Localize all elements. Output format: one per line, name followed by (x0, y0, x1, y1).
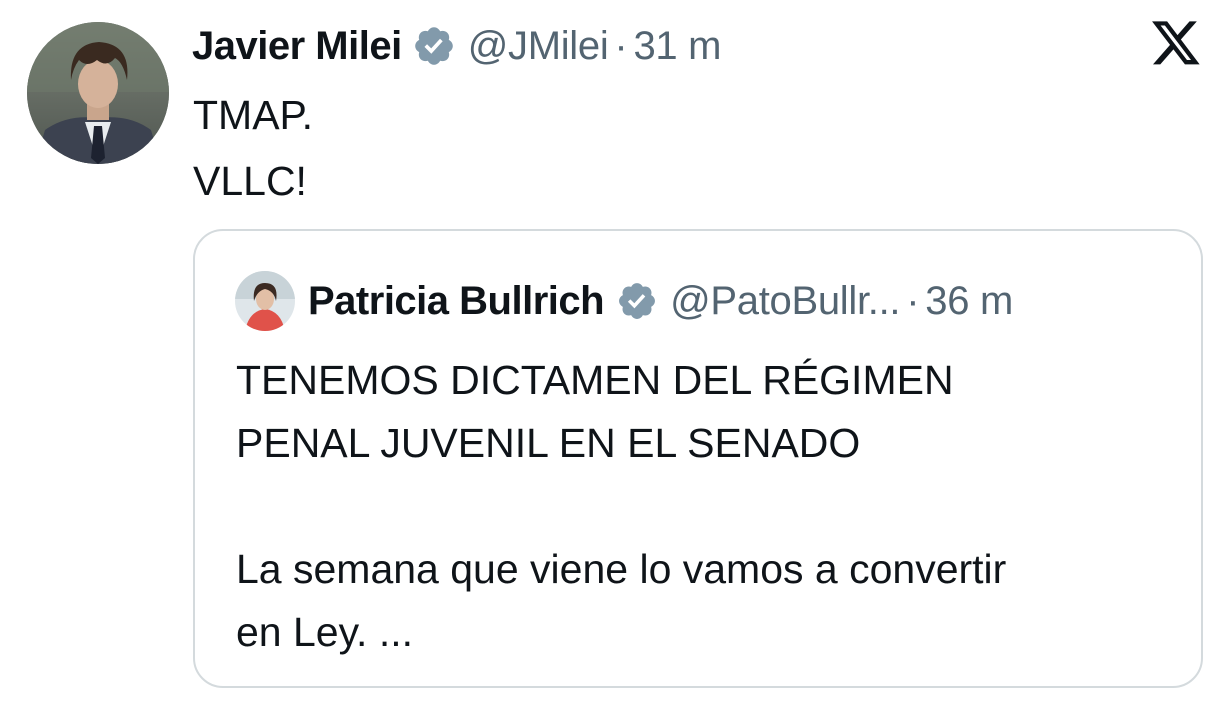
quoted-tweet-text: TENEMOS DICTAMEN DEL RÉGIMEN PENAL JUVEN… (236, 349, 1176, 664)
quoted-text-line: PENAL JUVENIL EN EL SENADO (236, 420, 861, 466)
tweet: Javier Milei @JMilei · 31 m TMAP. VLLC! (0, 0, 1232, 720)
quoted-text-line: La semana que viene lo vamos a convertir (236, 546, 1007, 592)
tweet-text-line: TMAP. (193, 92, 313, 138)
quoted-text-line: TENEMOS DICTAMEN DEL RÉGIMEN (236, 357, 954, 403)
header-separator: · (906, 279, 920, 323)
tweet-timestamp[interactable]: 31 m (633, 18, 721, 74)
quoted-author-avatar[interactable] (235, 271, 295, 331)
quoted-tweet-card[interactable]: Patricia Bullrich @PatoBullr... · 36 m T… (193, 229, 1203, 688)
tweet-text: TMAP. VLLC! (193, 82, 313, 214)
verified-badge-icon (412, 24, 456, 68)
quoted-author-name[interactable]: Patricia Bullrich (308, 273, 605, 329)
author-avatar[interactable] (27, 22, 169, 164)
header-separator: · (614, 24, 628, 68)
quoted-tweet-header: Patricia Bullrich @PatoBullr... · 36 m (308, 273, 1013, 329)
verified-badge-icon (616, 280, 658, 322)
quoted-tweet-timestamp[interactable]: 36 m (925, 273, 1013, 329)
tweet-header: Javier Milei @JMilei · 31 m (192, 18, 721, 74)
author-handle[interactable]: @JMilei (468, 18, 609, 74)
quoted-text-line: en Ley. ... (236, 609, 414, 655)
quoted-author-handle[interactable]: @PatoBullr... (670, 273, 900, 329)
x-logo-icon[interactable] (1150, 18, 1202, 68)
tweet-text-line: VLLC! (193, 158, 307, 204)
author-name[interactable]: Javier Milei (192, 18, 402, 74)
